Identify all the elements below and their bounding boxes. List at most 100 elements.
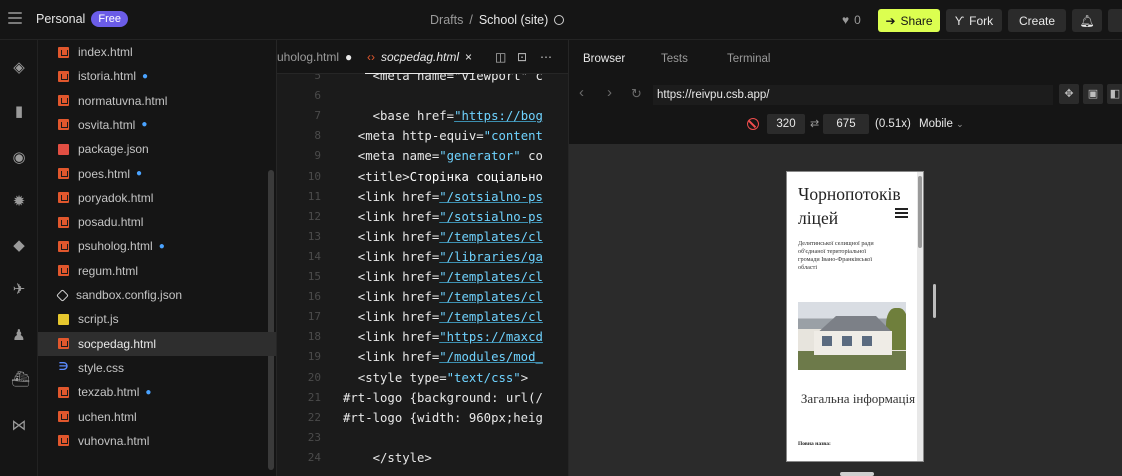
html-file-icon: [58, 95, 69, 107]
gear-icon[interactable]: ✹: [11, 194, 27, 210]
code-token: <link href=: [343, 189, 440, 204]
tab-browser[interactable]: Browser: [583, 53, 625, 65]
code-token: <link href=: [343, 249, 440, 264]
swap-icon[interactable]: ⇄: [810, 117, 819, 130]
docker-icon[interactable]: ⛴: [11, 372, 30, 388]
code-line: 8 <meta http-equiv="content: [277, 126, 569, 146]
tab-psuholog[interactable]: uholog.html ●: [277, 40, 352, 74]
line-source: <style type="text/css">: [343, 368, 528, 388]
search-icon[interactable]: ◉: [11, 150, 27, 166]
code-line: 17 <link href="/templates/cl: [277, 307, 569, 327]
line-source: <link href="/templates/cl: [343, 307, 543, 327]
file-item[interactable]: ∋ style.css: [38, 356, 276, 380]
code-token: co: [520, 149, 543, 164]
file-name: index.html: [78, 45, 133, 59]
menu-icon[interactable]: [8, 12, 22, 24]
line-source: <link href="/modules/mod_: [343, 347, 543, 367]
resize-handle[interactable]: [933, 284, 936, 318]
notifications-button[interactable]: 🔔︎: [1072, 9, 1102, 32]
file-item[interactable]: osvita.html ●: [38, 113, 276, 137]
width-input[interactable]: 320: [767, 114, 805, 134]
modified-dot-icon: ●: [158, 240, 165, 252]
file-name: poryadok.html: [78, 190, 154, 205]
tab-terminal[interactable]: Terminal: [727, 53, 770, 65]
deploy-icon[interactable]: ✈: [11, 282, 27, 298]
file-item[interactable]: uchen.html: [38, 405, 276, 429]
file-item[interactable]: posadu.html: [38, 210, 276, 234]
code-token: #rt-logo {background: url(/: [343, 390, 543, 405]
tab-label: uholog.html: [277, 50, 340, 64]
crumb-separator: /: [469, 13, 473, 27]
file-item[interactable]: psuholog.html ●: [38, 234, 276, 258]
file-item[interactable]: poes.html ●: [38, 162, 276, 186]
file-icon[interactable]: ▮: [11, 104, 27, 120]
file-item[interactable]: normatuvna.html: [38, 89, 276, 113]
workspace-switcher[interactable]: Personal Free: [36, 11, 128, 27]
share-button[interactable]: ➔ Share: [878, 9, 940, 32]
preview-icon[interactable]: ⊡: [517, 50, 527, 64]
file-item[interactable]: socpedag.html: [38, 331, 276, 356]
file-item[interactable]: poryadok.html: [38, 186, 276, 210]
mobile-preview-page[interactable]: Чорнопотоків ліцей Делятинської селищної…: [786, 171, 924, 462]
html-file-icon: [58, 435, 69, 447]
file-item[interactable]: texzab.html ●: [38, 380, 276, 404]
tab-socpedag[interactable]: ‹› socpedag.html ×: [365, 40, 475, 74]
html-file-icon: [58, 265, 69, 277]
no-responsive-icon[interactable]: [747, 118, 759, 130]
html-file-icon: [58, 119, 69, 131]
html-file-icon: [58, 338, 69, 350]
fork-button[interactable]: Ƴ Fork: [946, 9, 1002, 32]
layout-icon[interactable]: ◧: [1107, 84, 1122, 104]
code-token: "generator": [439, 149, 521, 164]
code-area[interactable]: 5 <meta name="viewport" c67 <base href="…: [277, 74, 569, 476]
code-token: <link href=: [343, 209, 440, 224]
share-arrow-icon: ➔: [885, 13, 896, 28]
line-number: 11: [307, 189, 321, 203]
hamburger-icon[interactable]: [895, 208, 908, 218]
github-icon[interactable]: ◆: [11, 238, 27, 254]
like-counter[interactable]: ♥ 0: [842, 13, 861, 27]
split-editor-icon[interactable]: ◫: [495, 50, 506, 64]
forward-icon[interactable]: ›: [607, 84, 612, 101]
site-name: Чорнопотоків ліцей: [798, 184, 901, 228]
open-new-window-icon[interactable]: ▣: [1083, 84, 1103, 104]
file-name: vuhovna.html: [78, 433, 150, 448]
project-name[interactable]: School (site): [479, 13, 548, 27]
close-icon[interactable]: ×: [465, 50, 472, 64]
line-number: 14: [307, 249, 321, 263]
file-item[interactable]: vuhovna.html: [38, 429, 276, 453]
code-line: 18 <link href="https://maxcd: [277, 327, 569, 347]
live-share-icon[interactable]: ♟: [11, 328, 27, 344]
crumb-drafts[interactable]: Drafts: [430, 13, 463, 27]
vscode-icon[interactable]: ⋈: [11, 418, 27, 434]
height-input[interactable]: 675: [823, 114, 869, 134]
file-item[interactable]: package.json: [38, 137, 276, 161]
line-source: <link href="/templates/cl: [343, 227, 543, 247]
file-item[interactable]: istoria.html ●: [38, 64, 276, 88]
file-item[interactable]: sandbox.config.json: [38, 283, 276, 307]
line-number: 21: [307, 390, 321, 404]
file-item[interactable]: regum.html: [38, 259, 276, 283]
page-scrollbar[interactable]: [917, 172, 923, 461]
line-number: 17: [307, 310, 321, 324]
profile-button[interactable]: [1108, 9, 1122, 32]
file-item[interactable]: index.html: [38, 40, 276, 64]
code-token: "https://maxcd: [439, 330, 543, 345]
file-item[interactable]: script.js: [38, 307, 276, 331]
line-number: 19: [307, 350, 321, 364]
code-token: "/templates/cl: [439, 290, 543, 305]
sandbox-icon[interactable]: ◈: [11, 60, 27, 76]
file-name: script.js: [78, 312, 119, 327]
bell-icon: 🔔︎: [1079, 13, 1095, 28]
refresh-icon[interactable]: ↻: [631, 86, 642, 102]
devtools-icon[interactable]: ✥: [1059, 84, 1079, 104]
code-token: <base href=: [343, 109, 455, 124]
device-mode-select[interactable]: Mobile ⌄: [919, 118, 964, 130]
back-icon[interactable]: ‹: [579, 84, 584, 101]
more-icon[interactable]: ⋯: [540, 50, 552, 64]
bottom-resize-handle[interactable]: [840, 472, 874, 476]
globe-icon[interactable]: [554, 15, 565, 25]
create-button[interactable]: Create: [1008, 9, 1066, 32]
url-bar[interactable]: https://reivpu.csb.app/: [653, 85, 1053, 105]
tab-tests[interactable]: Tests: [661, 53, 688, 65]
